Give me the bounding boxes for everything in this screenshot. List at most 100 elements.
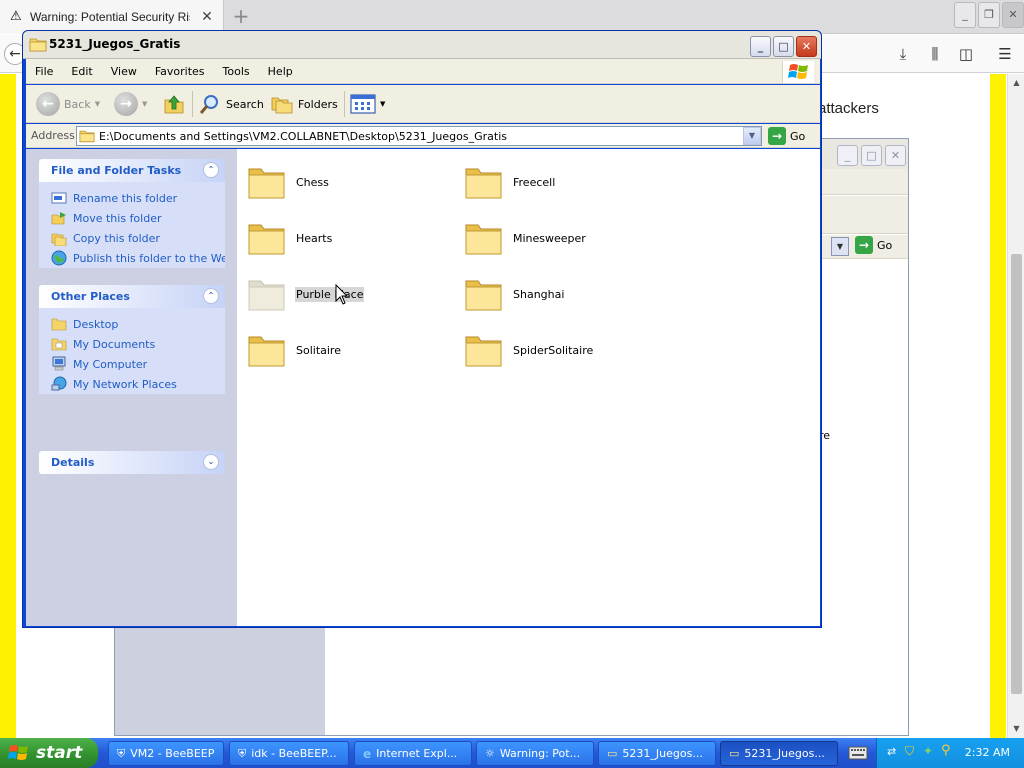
forward-arrow-icon: →: [114, 92, 138, 116]
maximize-button[interactable]: □: [773, 36, 794, 57]
background-close-button[interactable]: ✕: [885, 145, 906, 166]
copy-icon: [51, 233, 67, 246]
address-input[interactable]: E:\Documents and Settings\VM2.COLLABNET\…: [76, 126, 762, 146]
taskbar-item-explorer-1[interactable]: ▭ 5231_Juegos...: [598, 741, 716, 766]
collapse-chevron-icon[interactable]: ⌃: [203, 288, 219, 304]
folder-label: Solitaire: [296, 343, 341, 357]
menu-file[interactable]: File: [26, 65, 62, 78]
details-header[interactable]: Details ⌄: [39, 451, 225, 474]
folder-item-solitaire[interactable]: Solitaire: [247, 331, 342, 369]
globe-icon: [51, 250, 67, 266]
security-shield-icon[interactable]: ⛉: [905, 744, 914, 759]
background-address-dropdown[interactable]: ▼: [831, 237, 849, 256]
browser-close-button[interactable]: ✕: [1002, 2, 1024, 28]
back-button[interactable]: ← Back ▼: [36, 89, 100, 119]
folder-icon: [248, 168, 285, 199]
windows-flag-icon: [788, 64, 808, 79]
start-button[interactable]: start: [0, 738, 98, 768]
hamburger-menu-icon[interactable]: ☰: [994, 43, 1016, 65]
back-dropdown-icon[interactable]: ▼: [95, 100, 100, 108]
folder-item-spidersolitaire[interactable]: SpiderSolitaire: [464, 331, 594, 369]
folder-icon: [248, 224, 285, 255]
folder-icon: [465, 168, 502, 199]
warning-stripe-right: [990, 74, 1006, 738]
views-button[interactable]: ▼: [350, 89, 385, 119]
scroll-up-icon[interactable]: ▲: [1008, 74, 1024, 91]
taskbar-item-beebeep-idk[interactable]: ⛨ idk - BeeBEEP...: [229, 741, 349, 766]
explorer-title-bar[interactable]: 5231_Juegos_Gratis _ □ ✕: [23, 31, 821, 59]
address-dropdown-button[interactable]: ▼: [743, 127, 761, 145]
download-icon[interactable]: ⤓: [892, 43, 914, 65]
task-publish-folder[interactable]: Publish this folder to the Web: [51, 248, 225, 268]
menu-view[interactable]: View: [102, 65, 146, 78]
menu-help[interactable]: Help: [259, 65, 302, 78]
sidebar-icon[interactable]: ◫: [955, 43, 977, 65]
tray-app-icon[interactable]: ✦: [923, 744, 933, 758]
place-my-documents[interactable]: My Documents: [51, 334, 225, 354]
move-icon: [51, 212, 66, 225]
search-button[interactable]: Search: [198, 89, 264, 119]
browser-restore-button[interactable]: ❐: [978, 2, 1000, 28]
place-my-network[interactable]: My Network Places: [51, 374, 225, 394]
folder-label: Hearts: [296, 231, 333, 245]
folder-icon: [29, 38, 47, 52]
menu-favorites[interactable]: Favorites: [146, 65, 214, 78]
forward-dropdown-icon[interactable]: ▼: [142, 100, 147, 108]
folder-item-minesweeper[interactable]: Minesweeper: [464, 219, 587, 257]
task-rename-folder[interactable]: Rename this folder: [51, 188, 225, 208]
scroll-thumb[interactable]: [1011, 254, 1022, 694]
new-tab-icon[interactable]: +: [230, 6, 252, 28]
folder-item-freecell[interactable]: Freecell: [464, 163, 556, 201]
go-button[interactable]: → Go: [768, 127, 805, 145]
task-copy-folder[interactable]: Copy this folder: [51, 228, 225, 248]
browser-window-controls: _ ❐ ✕: [954, 2, 1024, 28]
other-places-body: Desktop My Documents My Computer My Netw…: [39, 308, 225, 394]
folder-item-shanghai[interactable]: Shanghai: [464, 275, 565, 313]
taskbar-item-internet-explorer[interactable]: e Internet Expl...: [354, 741, 472, 766]
folder-item-hearts[interactable]: Hearts: [247, 219, 333, 257]
network-tray-icon[interactable]: ⇄: [887, 745, 896, 758]
address-bar: Address E:\Documents and Settings\VM2.CO…: [26, 124, 820, 148]
browser-minimize-button[interactable]: _: [954, 2, 976, 28]
go-arrow-icon: →: [768, 127, 786, 145]
other-places-panel: Other Places ⌃ Desktop My Documents My C…: [39, 285, 225, 394]
folder-icon: [465, 336, 502, 367]
close-icon[interactable]: ✕: [199, 9, 215, 25]
browser-tab[interactable]: ⚠ Warning: Potential Security Risk Ahead…: [0, 0, 224, 34]
my-computer-icon: [52, 356, 66, 371]
place-my-computer[interactable]: My Computer: [51, 354, 225, 374]
expand-chevron-icon[interactable]: ⌄: [203, 454, 219, 470]
scroll-down-icon[interactable]: ▼: [1008, 720, 1024, 737]
forward-button[interactable]: → ▼: [114, 89, 147, 119]
file-folder-tasks-header[interactable]: File and Folder Tasks ⌃: [39, 159, 225, 182]
menu-edit[interactable]: Edit: [62, 65, 101, 78]
task-move-folder[interactable]: Move this folder: [51, 208, 225, 228]
folders-button[interactable]: Folders: [270, 89, 338, 119]
taskbar-item-beebeep-vm2[interactable]: ⛨ VM2 - BeeBEEP: [108, 741, 224, 766]
up-folder-button[interactable]: [162, 89, 186, 119]
file-folder-tasks-panel: File and Folder Tasks ⌃ Rename this fold…: [39, 159, 225, 268]
folder-label: SpiderSolitaire: [513, 343, 594, 357]
background-minimize-button[interactable]: _: [837, 145, 858, 166]
minimize-button[interactable]: _: [750, 36, 771, 57]
other-places-header[interactable]: Other Places ⌃: [39, 285, 225, 308]
search-tray-icon[interactable]: ⚲: [941, 743, 951, 758]
menu-bar: File Edit View Favorites Tools Help: [26, 59, 820, 84]
background-go-button[interactable]: → Go: [855, 236, 892, 254]
views-dropdown-icon: ▼: [380, 100, 386, 108]
close-button[interactable]: ✕: [796, 36, 817, 57]
keyboard-icon[interactable]: [848, 744, 868, 762]
taskbar-item-explorer-2[interactable]: ▭ 5231_Juegos...: [720, 741, 838, 766]
folder-item-chess[interactable]: Chess: [247, 163, 330, 201]
folder-icon: ▭: [607, 747, 618, 760]
place-desktop[interactable]: Desktop: [51, 314, 225, 334]
collapse-chevron-icon[interactable]: ⌃: [203, 162, 219, 178]
taskbar: start ⛨ VM2 - BeeBEEP ⛨ idk - BeeBEEP...…: [0, 738, 1024, 768]
firefox-icon: ☼: [485, 747, 495, 760]
taskbar-item-firefox-warning[interactable]: ☼ Warning: Pot...: [476, 741, 594, 766]
browser-scrollbar[interactable]: ▲ ▼: [1007, 74, 1024, 738]
library-icon[interactable]: ⫼: [924, 43, 946, 65]
up-folder-icon: [164, 95, 184, 114]
menu-tools[interactable]: Tools: [214, 65, 259, 78]
background-maximize-button[interactable]: □: [861, 145, 882, 166]
